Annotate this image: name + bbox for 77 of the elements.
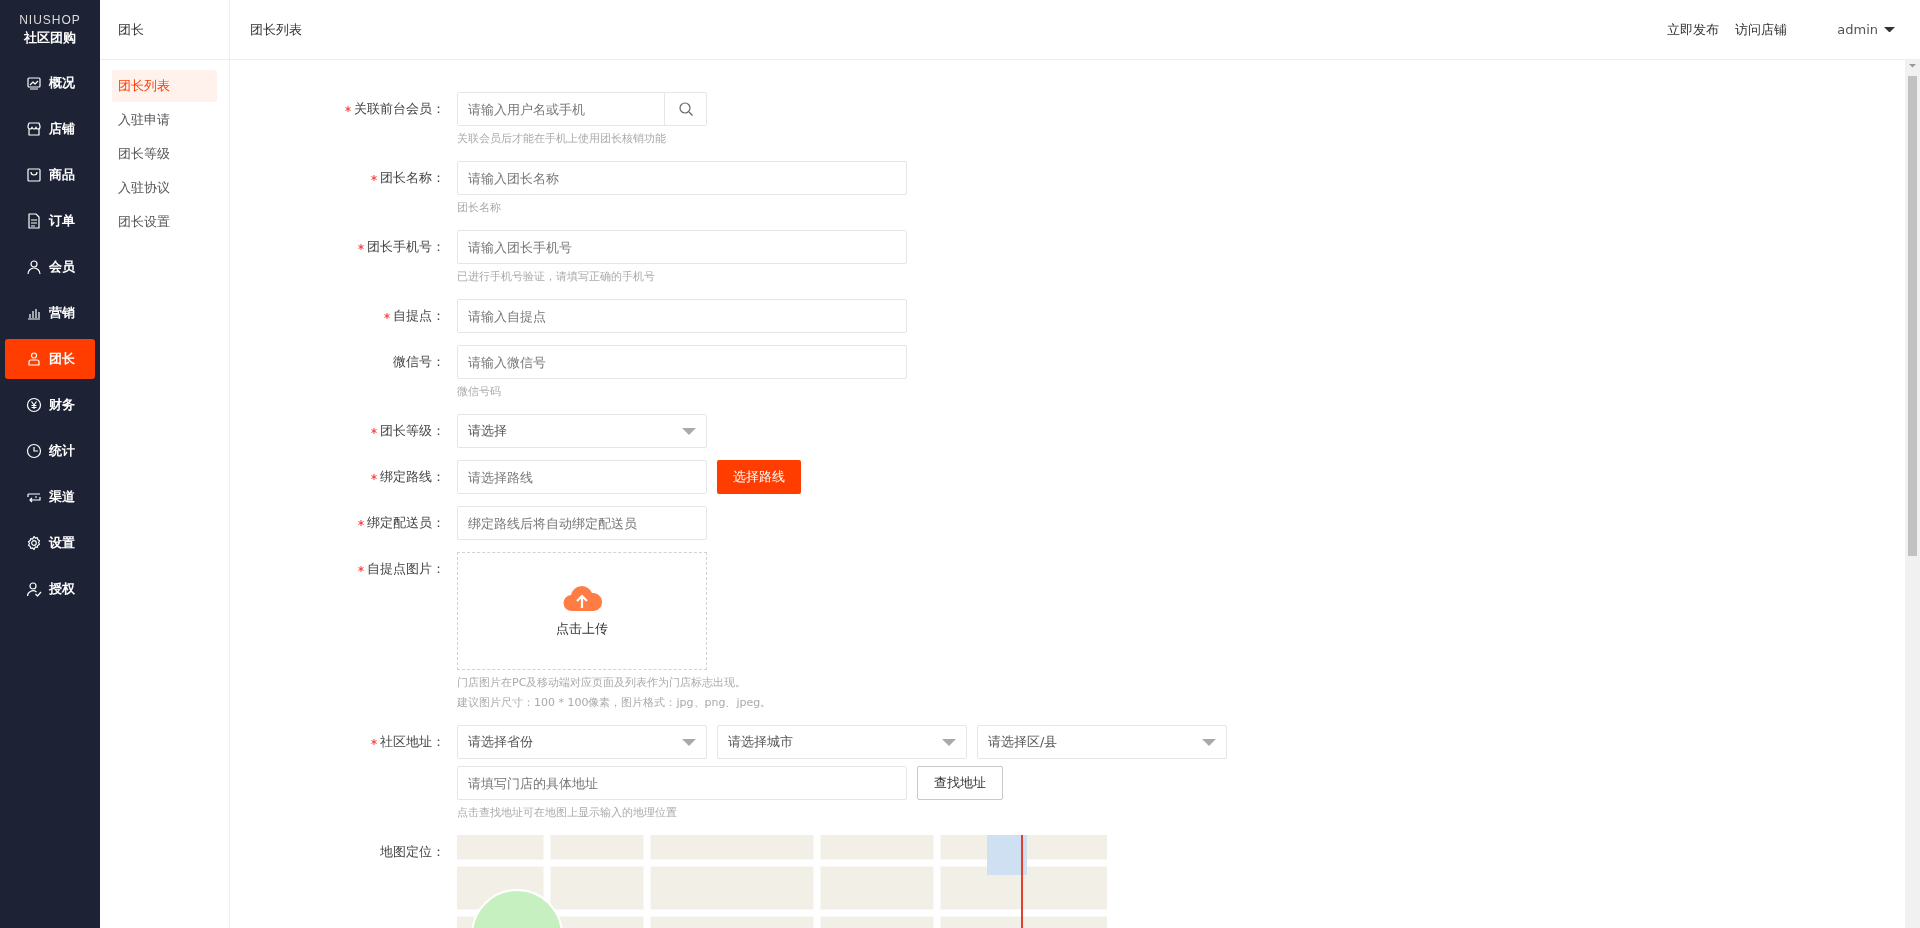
input-field[interactable]: 请选择路线 — [457, 460, 707, 494]
help-text: 关联会员后才能在手机上使用团长核销功能 — [457, 131, 667, 147]
nav-item[interactable]: 店铺 — [5, 109, 95, 149]
yen-icon — [25, 397, 42, 413]
search-button[interactable] — [664, 93, 706, 125]
help-text: 建议图片尺寸：100 * 100像素，图片格式：jpg、png、jpeg。 — [457, 695, 772, 711]
help-text: 已进行手机号验证，请填写正确的手机号 — [457, 269, 656, 285]
upload-area[interactable]: 点击上传 — [457, 552, 707, 670]
field-label: 绑定路线： — [380, 468, 445, 486]
nav-item[interactable]: 团长 — [5, 339, 95, 379]
input-field[interactable]: 绑定路线后将自动绑定配送员 — [457, 506, 707, 540]
select-field[interactable]: 请选择省份 — [457, 725, 707, 759]
field-label: 团长名称： — [380, 169, 445, 187]
caret-icon — [1202, 738, 1216, 746]
nav-item[interactable]: 设置 — [5, 523, 95, 563]
caret-icon — [682, 738, 696, 746]
select-field[interactable]: 请选择城市 — [717, 725, 967, 759]
nav-item[interactable]: 营销 — [5, 293, 95, 333]
nav-item[interactable]: 财务 — [5, 385, 95, 425]
cloud-upload-icon — [562, 584, 602, 612]
nav-item[interactable]: 统计 — [5, 431, 95, 471]
member-search-field[interactable]: 请输入用户名或手机 — [457, 92, 707, 126]
caret-icon — [1909, 64, 1916, 68]
input-field[interactable]: 请输入微信号 — [457, 345, 907, 379]
subnav-item[interactable]: 入驻协议 — [112, 172, 217, 204]
nav-item[interactable]: 渠道 — [5, 477, 95, 517]
help-text: 点击查找地址可在地图上显示输入的地理位置 — [457, 805, 678, 821]
select-field[interactable]: 请选择区/县 — [977, 725, 1227, 759]
clock-icon — [25, 443, 42, 459]
field-label: 社区地址： — [380, 733, 445, 751]
help-text: 微信号码 — [457, 384, 502, 400]
subnav-item[interactable]: 入驻申请 — [112, 104, 217, 136]
bag-icon — [25, 167, 42, 183]
brand-subtitle: 社区团购 — [24, 29, 76, 47]
subnav-item[interactable]: 团长等级 — [112, 138, 217, 170]
user-icon — [25, 259, 42, 275]
store-icon — [25, 121, 42, 137]
caret-icon — [942, 738, 956, 746]
find-address-button[interactable]: 查找地址 — [917, 766, 1003, 800]
help-text: 门店图片在PC及移动端对应页面及列表作为门店标志出现。 — [457, 675, 748, 691]
section-title: 团长 — [118, 20, 144, 39]
user-check-icon — [25, 581, 42, 597]
header-link[interactable]: 立即发布 — [1667, 20, 1720, 39]
subnav-item[interactable]: 团长设置 — [112, 206, 217, 238]
nav-item[interactable]: 商品 — [5, 155, 95, 195]
scrollbar[interactable] — [1905, 60, 1920, 928]
logo-text: NIUSHOP — [19, 13, 81, 27]
document-icon — [25, 213, 42, 229]
input-field[interactable]: 请输入团长手机号 — [457, 230, 907, 264]
field-label: 微信号： — [393, 353, 445, 371]
input-field[interactable]: 请输入团长名称 — [457, 161, 907, 195]
nav-item[interactable]: 订单 — [5, 201, 95, 241]
field-label: 团长等级： — [380, 422, 445, 440]
page-title: 团长列表 — [250, 20, 302, 39]
user-menu[interactable]: admin — [1837, 22, 1895, 37]
input-field[interactable]: 请填写门店的具体地址 — [457, 766, 907, 800]
caret-icon — [1884, 26, 1895, 33]
field-label: 自提点： — [393, 307, 445, 325]
settings-icon — [25, 535, 42, 551]
field-label: 地图定位： — [380, 843, 445, 861]
select-route-button[interactable]: 选择路线 — [717, 460, 801, 494]
map-placeholder[interactable] — [457, 835, 1107, 928]
monitor-chart-icon — [25, 75, 42, 91]
field-label: 团长手机号： — [367, 238, 445, 256]
select-field[interactable]: 请选择 — [457, 414, 707, 448]
nav-item[interactable]: 概况 — [5, 63, 95, 103]
nav-item[interactable]: 会员 — [5, 247, 95, 287]
nav-item[interactable]: 授权 — [5, 569, 95, 609]
field-label: 关联前台会员： — [354, 100, 445, 118]
field-label: 绑定配送员： — [367, 514, 445, 532]
person-badge-icon — [25, 351, 42, 367]
help-text: 团长名称 — [457, 200, 502, 216]
input-field[interactable]: 请输入自提点 — [457, 299, 907, 333]
caret-icon — [682, 427, 696, 435]
field-label: 自提点图片： — [367, 560, 445, 578]
search-icon — [677, 101, 694, 117]
header-link[interactable]: 访问店铺 — [1735, 20, 1788, 39]
